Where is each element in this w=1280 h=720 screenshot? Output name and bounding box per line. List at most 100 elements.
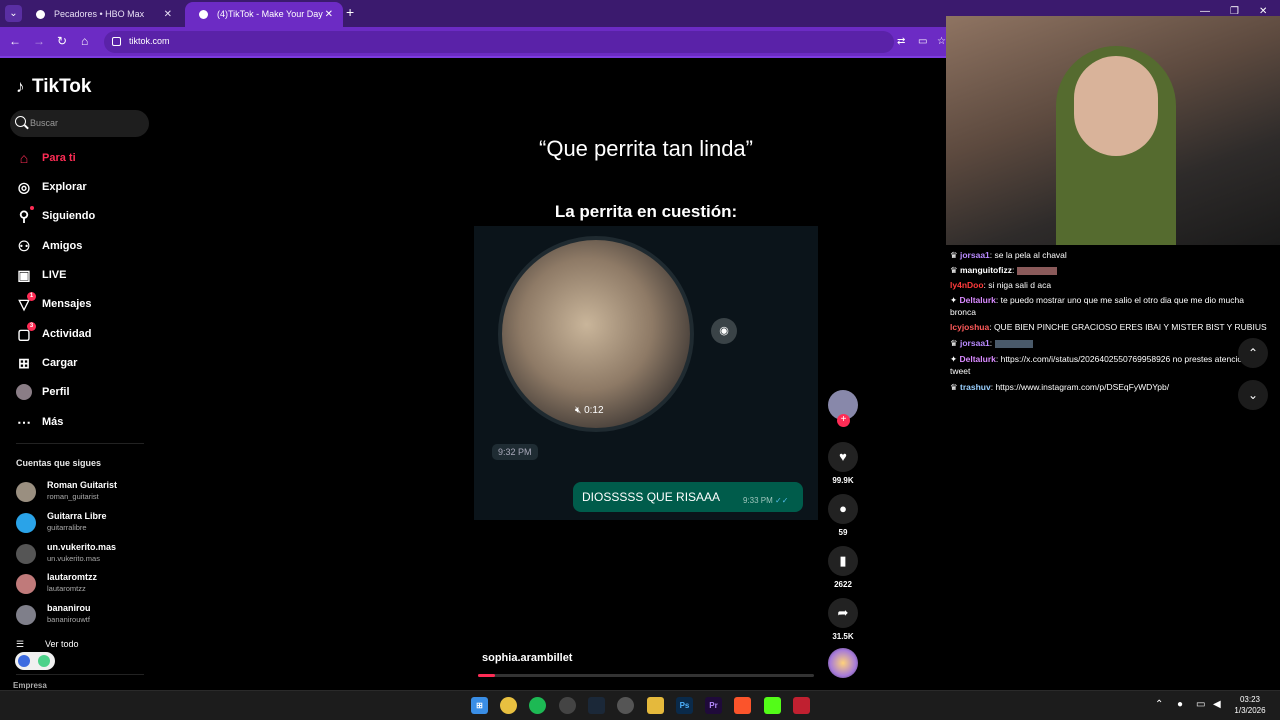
home-button[interactable]: ⌂	[81, 34, 88, 48]
avatar	[16, 544, 36, 564]
comment-button[interactable]: ●	[828, 494, 858, 524]
tab-tiktok[interactable]: (4)TikTok - Make Your Day ✕	[185, 2, 343, 27]
search-input[interactable]: Buscar	[10, 110, 149, 137]
streamer-head	[1074, 56, 1158, 156]
chat-text: :	[989, 338, 993, 348]
following-name: un.vukerito.mas	[47, 542, 117, 552]
tab-label: (4)TikTok - Make Your Day	[217, 9, 323, 19]
obs-icon[interactable]	[617, 697, 634, 714]
see-all-link[interactable]: ☰ Ver todo	[16, 639, 79, 650]
crown-icon: ♛	[950, 265, 958, 275]
tab-label: Pecadores • HBO Max	[54, 9, 145, 19]
bookmark-star-icon[interactable]: ☆	[937, 36, 946, 47]
messages-badge: 1	[27, 292, 36, 301]
address-bar[interactable]: tiktok.com	[104, 31, 894, 53]
camera-icon: ◉	[711, 318, 737, 344]
following-icon: ⚲	[18, 208, 30, 224]
list-icon: ☰	[16, 639, 25, 649]
chat-message: lcyjoshua: QUE BIEN PINCHE GRACIOSO ERES…	[950, 321, 1272, 333]
chrome-icon[interactable]	[500, 697, 517, 714]
premiere-icon[interactable]: Pr	[705, 697, 722, 714]
chat-user: manguitofizz	[960, 265, 1012, 275]
extension-pill[interactable]	[15, 652, 55, 670]
voicemeeter-icon[interactable]	[793, 697, 810, 714]
photoshop-icon[interactable]: Ps	[676, 697, 693, 714]
url-text: tiktok.com	[129, 36, 170, 46]
sidebar-divider	[16, 443, 144, 444]
new-tab-button[interactable]: +	[346, 4, 354, 20]
share-button[interactable]: ➦	[828, 598, 858, 628]
crown-icon: ♛	[950, 250, 958, 260]
brave-icon[interactable]	[734, 697, 751, 714]
tray-overflow-icon[interactable]: ⌃	[1155, 699, 1163, 710]
chat-message: ✦ Deltalurk: te puedo mostrar uno que me…	[950, 294, 1272, 318]
cast-icon[interactable]: ▭	[918, 36, 927, 47]
chat-message: ly4nDoo: si niga sali d aca	[950, 279, 1272, 291]
following-name: Roman Guitarist	[47, 480, 118, 490]
video-author[interactable]: sophia.arambillet	[482, 652, 572, 664]
save-button[interactable]: ▮	[828, 546, 858, 576]
save-count: 2622	[834, 580, 852, 589]
company-link[interactable]: Empresa	[13, 681, 47, 690]
following-user: lautaromtzz	[47, 584, 86, 593]
previous-video-button[interactable]: ⌃	[1238, 338, 1268, 368]
avatar	[16, 384, 32, 400]
logo-text: TikTok	[32, 76, 92, 97]
tiktok-note-icon: ♪	[16, 77, 25, 96]
spotify-icon[interactable]	[529, 697, 546, 714]
avatar	[16, 482, 36, 502]
avatar	[16, 605, 36, 625]
chat-text: :	[1011, 265, 1015, 275]
video-player[interactable]: “Que perrita tan linda” La perrita en cu…	[474, 58, 818, 677]
follow-plus-icon[interactable]: +	[837, 414, 850, 427]
chat-message: ♛ trashuv: https://www.instagram.com/p/D…	[950, 381, 1272, 393]
tiktok-logo[interactable]: ♪ TikTok	[16, 76, 91, 98]
forward-button[interactable]: →	[33, 34, 45, 48]
avatar	[16, 574, 36, 594]
hbo-favicon-icon	[36, 10, 45, 19]
music-disc-icon[interactable]	[828, 648, 858, 678]
back-button[interactable]: ←	[9, 34, 21, 48]
video-caption-title: “Que perrita tan linda”	[539, 136, 753, 161]
tab-hbo[interactable]: Pecadores • HBO Max ✕	[22, 2, 182, 27]
dog-video-bubble	[498, 236, 694, 432]
outgoing-message: DIOSSSSS QUE RISAAA 9:33 PM ✓✓	[573, 482, 803, 512]
folder-icon[interactable]	[647, 697, 664, 714]
tab-search-button[interactable]: ⌄	[5, 5, 22, 22]
webcam-overlay	[946, 16, 1280, 245]
crown-icon: ♛	[950, 338, 958, 348]
tiktok-favicon-icon	[199, 10, 208, 19]
nav-label: Perfil	[42, 386, 70, 398]
microphone-icon[interactable]: ●	[1177, 699, 1183, 710]
reload-button[interactable]: ↻	[57, 34, 67, 48]
volume-icon[interactable]: ◀	[1213, 699, 1221, 710]
nav-label: Siguiendo	[42, 210, 96, 222]
close-tab-icon[interactable]: ✕	[164, 2, 172, 27]
site-info-icon[interactable]	[112, 37, 121, 46]
nav-label: Mensajes	[42, 298, 92, 310]
muted-icon: 🔇︎	[575, 405, 582, 416]
like-button[interactable]: ♥	[828, 442, 858, 472]
translate-icon[interactable]: ⇄	[897, 36, 905, 47]
start-icon[interactable]: ⊞	[471, 697, 488, 714]
chat-text: : se la pela al chaval	[989, 250, 1067, 260]
search-icon	[15, 116, 26, 127]
kick-icon[interactable]	[764, 697, 781, 714]
windows-taskbar: ⊞ Ps Pr ⌃ ● ▭ ◀ 03:23 1/3/2026	[0, 690, 1280, 720]
video-progress-bar[interactable]	[478, 674, 814, 677]
close-tab-icon[interactable]: ✕	[325, 2, 333, 27]
network-icon[interactable]: ▭	[1196, 699, 1205, 710]
following-user: un.vukerito.mas	[47, 554, 100, 563]
steam-icon[interactable]	[588, 697, 605, 714]
see-all-label: Ver todo	[45, 639, 79, 649]
extension-icon[interactable]	[38, 655, 50, 667]
clock-time: 03:23	[1239, 695, 1261, 704]
app-icon[interactable]	[559, 697, 576, 714]
extension-icon[interactable]	[18, 655, 30, 667]
share-icon: ➦	[837, 605, 849, 620]
system-clock[interactable]: 03:23 1/3/2026	[1228, 694, 1272, 716]
following-user: bananirouwtf	[47, 615, 90, 624]
chat-message: ♛ jorsaa1: se la pela al chaval	[950, 249, 1272, 261]
video-caption-subtitle: La perrita en cuestión:	[554, 202, 738, 221]
next-video-button[interactable]: ⌄	[1238, 380, 1268, 410]
